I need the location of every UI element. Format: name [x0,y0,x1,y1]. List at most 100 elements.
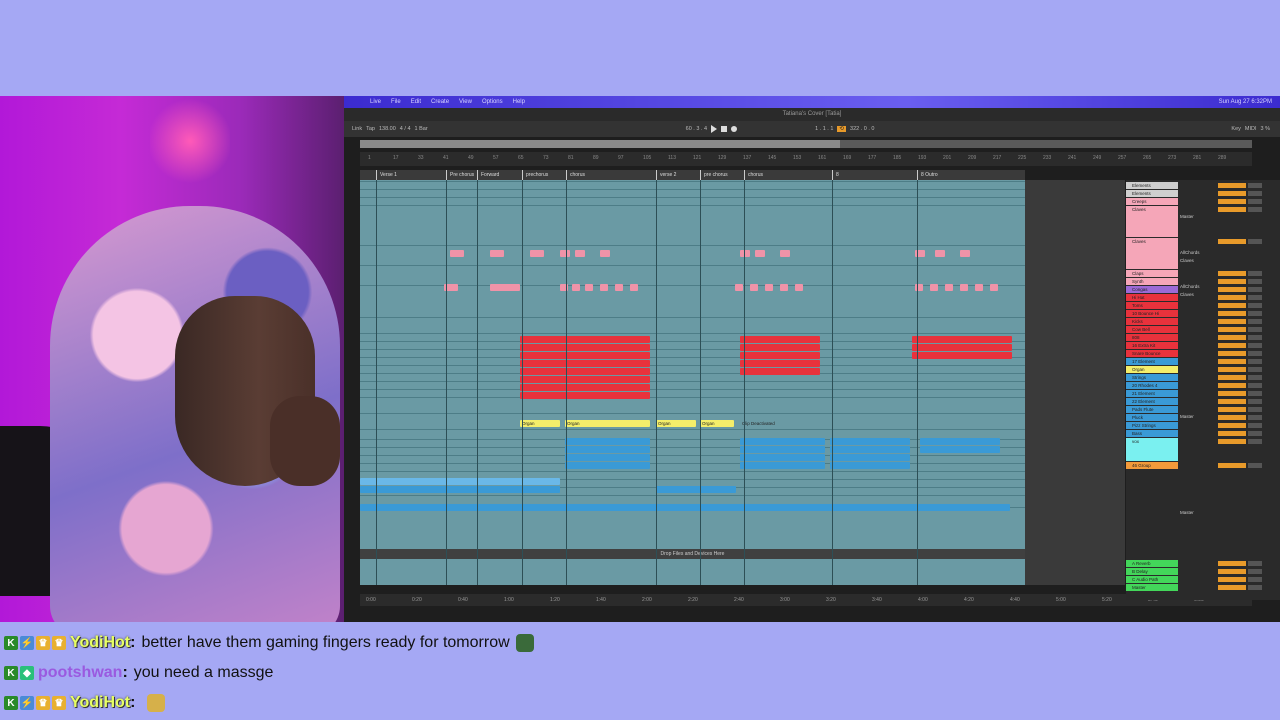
track-arm-button[interactable] [1248,577,1262,582]
track-header[interactable]: Bass [1126,430,1178,437]
track-header[interactable]: Claves [1126,206,1178,237]
arrangement-clip[interactable]: Organ [700,420,734,427]
output-routing-label[interactable]: Claves [1180,292,1214,297]
arrangement-clip[interactable] [795,284,803,291]
track-header[interactable]: 46 Group [1126,462,1178,469]
arrangement-clip[interactable] [520,336,650,343]
track-arm-button[interactable] [1248,391,1262,396]
track-volume-slider[interactable] [1218,343,1246,348]
track-arm-button[interactable] [1248,287,1262,292]
arrangement-clip[interactable] [990,284,998,291]
track-lane[interactable] [360,188,1025,190]
track-header[interactable]: Kicks [1126,318,1178,325]
track-volume-slider[interactable] [1218,311,1246,316]
track-arm-button[interactable] [1248,585,1262,590]
menu-view[interactable]: View [459,99,472,105]
track-header[interactable]: Master [1126,584,1178,591]
track-lane[interactable] [360,264,1025,266]
track-arm-button[interactable] [1248,311,1262,316]
track-header[interactable]: Elements [1126,190,1178,197]
track-volume-slider[interactable] [1218,577,1246,582]
quantize-menu[interactable]: 1 Bar [415,126,428,132]
track-volume-slider[interactable] [1218,399,1246,404]
track-lane[interactable] [360,316,1025,318]
arrangement-clip[interactable] [960,284,968,291]
menu-edit[interactable]: Edit [411,99,421,105]
track-arm-button[interactable] [1248,383,1262,388]
track-header[interactable]: Cow Bell [1126,326,1178,333]
arrangement-clip[interactable] [585,284,593,291]
track-arm-button[interactable] [1248,423,1262,428]
chat-username[interactable]: pootshwan [38,664,122,682]
chat-username[interactable]: YodiHot [70,634,130,652]
arrangement-clip[interactable] [740,250,750,257]
track-lane[interactable] [360,380,1025,382]
arrangement-clip[interactable] [530,250,544,257]
track-arm-button[interactable] [1248,303,1262,308]
arrangement-clip[interactable] [575,250,585,257]
track-arm-button[interactable] [1248,415,1262,420]
locator-marker[interactable]: 8 [832,170,917,180]
arrangement-clip[interactable] [945,284,953,291]
locator-marker[interactable]: pre chorus [700,170,744,180]
track-arm-button[interactable] [1248,569,1262,574]
track-arm-button[interactable] [1248,327,1262,332]
track-header[interactable]: Congas [1126,286,1178,293]
track-arm-button[interactable] [1248,207,1262,212]
arrangement-clip[interactable] [935,250,945,257]
locator-marker[interactable]: Pre chorus [446,170,477,180]
output-routing-label[interactable]: Master [1180,414,1214,419]
arrangement-clip[interactable] [830,438,910,445]
track-header[interactable]: vox [1126,438,1178,461]
arrangement-clip[interactable] [520,368,650,375]
arrangement-clip[interactable] [565,438,650,445]
arrangement-clip[interactable] [740,438,825,445]
arrangement-clip[interactable] [830,454,910,461]
track-lane[interactable] [360,364,1025,366]
track-header[interactable]: 808 [1126,334,1178,341]
arrangement-clip[interactable] [920,438,1000,445]
track-lane[interactable] [360,204,1025,206]
output-routing-label[interactable]: Claves [1180,258,1214,263]
arrangement-clip[interactable] [740,446,825,453]
arrangement-clip[interactable] [600,284,608,291]
menu-create[interactable]: Create [431,99,449,105]
track-lane[interactable] [360,470,1025,472]
arrangement-clip[interactable] [830,462,910,469]
arrangement-clip[interactable] [520,376,650,383]
tap-button[interactable]: Tap [366,126,375,132]
arrangement-clip[interactable] [750,284,758,291]
track-volume-slider[interactable] [1218,207,1246,212]
track-volume-slider[interactable] [1218,383,1246,388]
track-volume-slider[interactable] [1218,561,1246,566]
arrangement-clip[interactable] [920,446,1000,453]
menu-options[interactable]: Options [482,99,503,105]
track-volume-slider[interactable] [1218,271,1246,276]
drop-files-zone[interactable]: Drop Files and Devices Here [360,549,1025,559]
track-header[interactable]: Elements [1126,182,1178,189]
track-header[interactable]: B Delay [1126,568,1178,575]
arrangement-clip[interactable] [520,384,650,391]
arrangement-clip[interactable] [765,284,773,291]
track-lane[interactable] [360,388,1025,390]
loop-length-field[interactable]: 322 . 0 . 0 [850,126,874,132]
arrangement-clip[interactable] [520,360,650,367]
track-volume-slider[interactable] [1218,199,1246,204]
track-arm-button[interactable] [1248,183,1262,188]
arrangement-clip[interactable]: Organ [656,420,696,427]
track-header[interactable]: 21 Element [1126,390,1178,397]
track-volume-slider[interactable] [1218,335,1246,340]
track-volume-slider[interactable] [1218,359,1246,364]
locator-marker[interactable]: prechorus [522,170,566,180]
track-header[interactable]: Pizz Strings [1126,422,1178,429]
arrangement-clip[interactable] [960,250,970,257]
arrangement-clip[interactable] [912,336,1012,343]
track-volume-slider[interactable] [1218,463,1246,468]
arrangement-clip[interactable] [520,392,650,399]
locator-marker[interactable]: 8 Outro [917,170,1025,180]
track-header[interactable]: C Audio Path [1126,576,1178,583]
loop-toggle-icon[interactable]: ⟲ [837,126,847,132]
track-arm-button[interactable] [1248,239,1262,244]
menu-file[interactable]: File [391,99,401,105]
arrangement-clip[interactable] [360,478,560,485]
